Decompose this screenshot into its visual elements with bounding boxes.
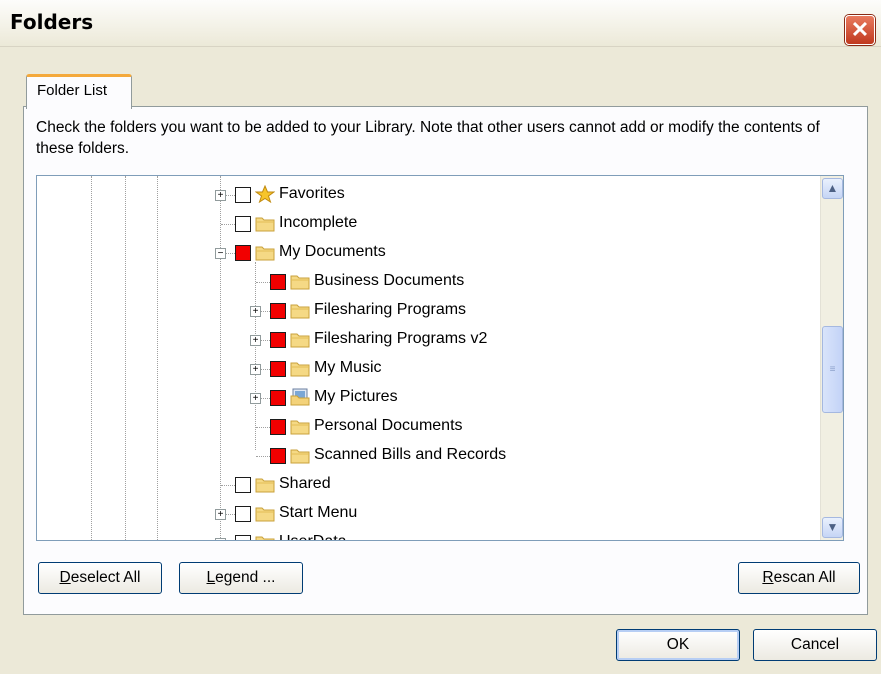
- expand-icon[interactable]: +: [250, 393, 261, 404]
- folder-list-panel: Check the folders you want to be added t…: [23, 106, 868, 615]
- folder-checkbox[interactable]: [235, 187, 251, 203]
- tree-item[interactable]: + My Music: [37, 356, 817, 385]
- legend-button[interactable]: Legend ...: [179, 562, 303, 594]
- folder-checkbox[interactable]: [270, 361, 286, 377]
- folder-icon: [290, 330, 310, 348]
- folder-checkbox[interactable]: [270, 303, 286, 319]
- ok-button[interactable]: OK: [616, 629, 740, 661]
- folder-icon: [290, 301, 310, 319]
- pictures-folder-icon: [290, 388, 310, 406]
- tree-item[interactable]: Incomplete: [37, 211, 817, 240]
- tree-item[interactable]: + My Pictures: [37, 385, 817, 414]
- tab-label: Folder List: [37, 82, 108, 99]
- scroll-up-button[interactable]: ▲: [822, 178, 843, 199]
- tree-item[interactable]: Personal Documents: [37, 414, 817, 443]
- tree-item[interactable]: Scanned Bills and Records: [37, 443, 817, 472]
- expand-icon[interactable]: +: [215, 190, 226, 201]
- folder-icon: [255, 475, 275, 493]
- folder-checkbox[interactable]: [270, 419, 286, 435]
- folder-icon: [255, 504, 275, 522]
- folder-checkbox[interactable]: [235, 506, 251, 522]
- chevron-up-icon: ▲: [826, 181, 839, 195]
- tab-folder-list[interactable]: Folder List: [26, 74, 132, 109]
- folder-checkbox[interactable]: [270, 274, 286, 290]
- tree-item[interactable]: Business Documents: [37, 269, 817, 298]
- folder-icon: [255, 243, 275, 261]
- expand-icon[interactable]: +: [250, 306, 261, 317]
- window-title: Folders: [10, 10, 94, 34]
- folder-tree[interactable]: + Favorites Incomplete − My Documents Busines…: [36, 175, 844, 541]
- tree-item[interactable]: + Start Menu: [37, 501, 817, 530]
- tree-item-label: Filesharing Programs v2: [314, 330, 488, 347]
- folder-checkbox[interactable]: [235, 535, 251, 540]
- star-folder-icon: [254, 184, 276, 204]
- folder-icon: [290, 272, 310, 290]
- tree-item[interactable]: − My Documents: [37, 240, 817, 269]
- tree-item-label: UserData: [279, 533, 347, 540]
- close-button[interactable]: ✕: [845, 15, 875, 45]
- cancel-button[interactable]: Cancel: [753, 629, 877, 661]
- tree-item-label: Business Documents: [314, 272, 465, 289]
- folder-checkbox[interactable]: [235, 216, 251, 232]
- tree-item-label: My Documents: [279, 243, 386, 260]
- folder-checkbox[interactable]: [270, 448, 286, 464]
- tree-item[interactable]: + Filesharing Programs: [37, 298, 817, 327]
- folder-icon: [290, 359, 310, 377]
- expand-icon[interactable]: +: [215, 509, 226, 520]
- tree-item-label: My Music: [314, 359, 382, 376]
- tree-item[interactable]: + Filesharing Programs v2: [37, 327, 817, 356]
- tree-item-label: Incomplete: [279, 214, 358, 231]
- collapse-icon[interactable]: −: [215, 248, 226, 259]
- scroll-down-button[interactable]: ▼: [822, 517, 843, 538]
- tree-item[interactable]: Shared: [37, 472, 817, 501]
- expand-icon[interactable]: +: [250, 364, 261, 375]
- folder-icon: [290, 446, 310, 464]
- expand-icon[interactable]: +: [215, 538, 226, 540]
- tree-item-label: My Pictures: [314, 388, 398, 405]
- tree-item-label: Filesharing Programs: [314, 301, 467, 318]
- expand-icon[interactable]: +: [250, 335, 261, 346]
- folder-checkbox[interactable]: [235, 477, 251, 493]
- folder-checkbox[interactable]: [235, 245, 251, 261]
- scrollbar-thumb[interactable]: ≡: [822, 326, 843, 413]
- tree-item-label: Shared: [279, 475, 331, 492]
- tree-scrollbar[interactable]: ▲ ≡ ▼: [820, 176, 843, 540]
- folder-icon: [255, 214, 275, 232]
- title-bar: Folders ✕: [0, 0, 881, 47]
- tree-item-label: Personal Documents: [314, 417, 463, 434]
- folder-checkbox[interactable]: [270, 332, 286, 348]
- instructions-text: Check the folders you want to be added t…: [36, 119, 820, 157]
- tree-item-label: Start Menu: [279, 504, 358, 521]
- tree-item-label: Favorites: [279, 185, 345, 202]
- folder-checkbox[interactable]: [270, 390, 286, 406]
- chevron-down-icon: ▼: [826, 520, 839, 534]
- folder-icon: [255, 533, 275, 540]
- tree-item[interactable]: + Favorites: [37, 182, 817, 211]
- tree-item[interactable]: + UserData: [37, 530, 817, 540]
- rescan-all-button[interactable]: Rescan All: [738, 562, 860, 594]
- deselect-all-button[interactable]: Deselect All: [38, 562, 162, 594]
- close-icon: ✕: [850, 17, 870, 42]
- tree-item-label: Scanned Bills and Records: [314, 446, 507, 463]
- folder-icon: [290, 417, 310, 435]
